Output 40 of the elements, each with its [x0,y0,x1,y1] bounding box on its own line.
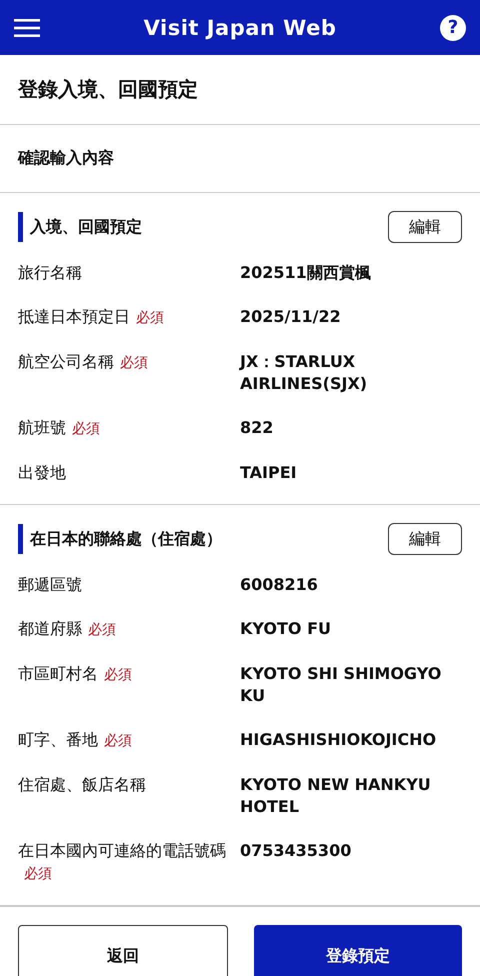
required-tag: 必須 [104,733,132,749]
field-label: 抵達日本預定日 [18,307,130,326]
field-label: 町字、番地 [18,730,98,749]
field-label: 出發地 [18,463,66,482]
field-value: JX：STARLUX AIRLINES(SJX) [240,352,368,393]
field-value: 0753435300 [240,841,352,860]
field-label: 市區町村名 [18,664,98,683]
back-button[interactable]: 返回 [18,925,228,976]
field-value: 6008216 [240,575,318,594]
field-value: 202511關西賞楓 [240,263,371,282]
field-label: 旅行名稱 [18,263,82,282]
required-tag: 必須 [24,866,52,882]
required-tag: 必須 [120,355,148,371]
edit-button[interactable]: 編輯 [388,523,462,555]
field-label: 在日本國內可連絡的電話號碼 [18,841,226,860]
required-tag: 必須 [72,421,100,437]
field-value: KYOTO SHI SHIMOGYO KU [240,664,442,705]
field-value: TAIPEI [240,463,297,482]
help-button[interactable]: ? [440,14,466,40]
field-label: 郵遞區號 [18,575,82,594]
field-value: KYOTO FU [240,619,332,638]
required-tag: 必須 [88,622,116,638]
required-tag: 必須 [136,310,164,326]
submit-button[interactable]: 登錄預定 [254,925,462,976]
field-value: HIGASHISHIOKOJICHO [240,730,436,749]
section-heading: 在日本的聯絡處（住宿處） [18,524,222,554]
edit-button[interactable]: 編輯 [388,211,462,243]
section-subtitle: 確認輸入內容 [18,148,114,169]
menu-icon[interactable] [14,18,40,38]
page-title: 登錄入境、回國預定 [18,76,198,103]
field-label: 住宿處、飯店名稱 [18,775,146,794]
field-label: 都道府縣 [18,619,82,638]
field-value: KYOTO NEW HANKYU HOTEL [240,775,431,816]
app-title: Visit Japan Web [144,16,336,40]
field-label: 航班號 [18,418,66,437]
field-label: 航空公司名稱 [18,352,114,371]
section-heading: 入境、回國預定 [18,212,142,242]
field-value: 2025/11/22 [240,307,341,326]
field-value: 822 [240,418,274,437]
required-tag: 必須 [104,667,132,683]
